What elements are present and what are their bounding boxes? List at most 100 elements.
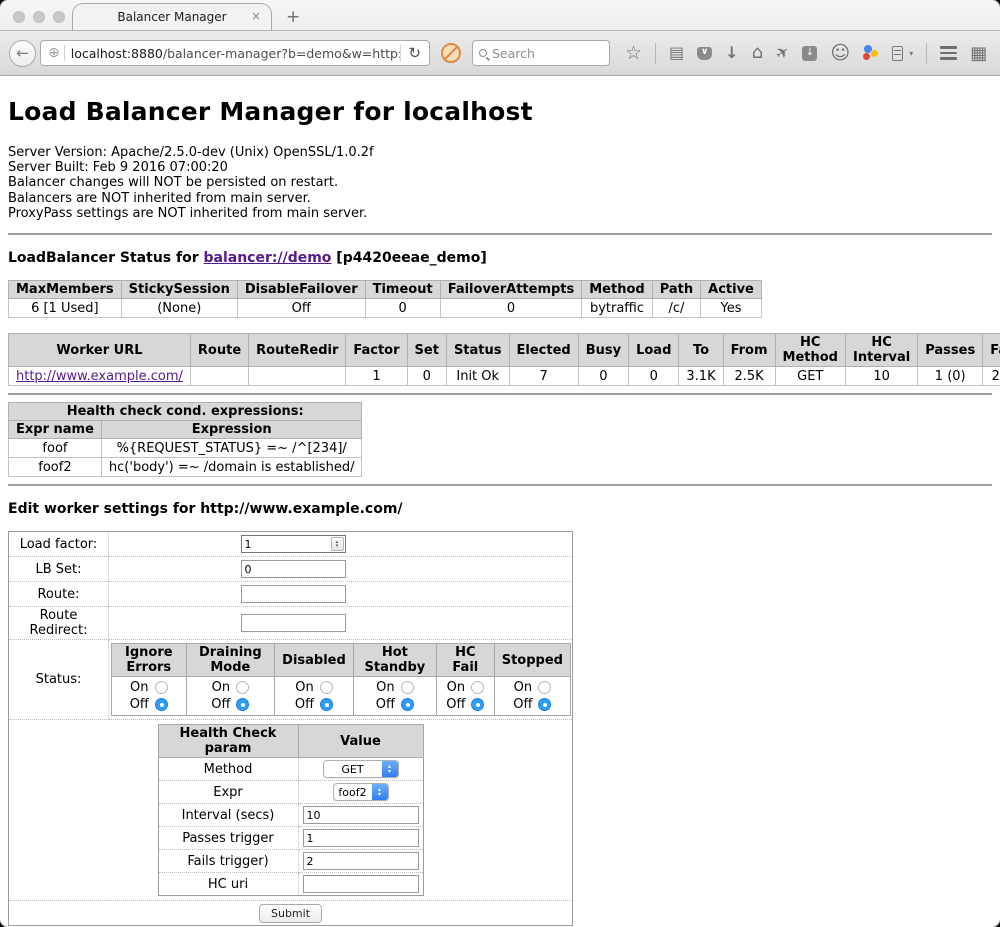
hot-standby-off-radio[interactable] xyxy=(401,698,414,711)
passes-row: Passes trigger xyxy=(158,827,423,850)
zoom-window-button[interactable] xyxy=(53,11,65,23)
site-identity-globe-icon[interactable]: ⊕ xyxy=(48,45,60,61)
url-path: /balancer-manager?b=demo&w=http://www.ex… xyxy=(163,46,401,61)
hc-uri-label: HC uri xyxy=(158,873,298,896)
route-label: Route: xyxy=(9,582,109,607)
hot-standby-on-radio[interactable] xyxy=(401,681,414,694)
tab-balancer-manager[interactable]: Balancer Manager × xyxy=(72,3,272,30)
fails-row: Fails trigger) xyxy=(158,850,423,873)
multicolor-dots-addon-icon[interactable] xyxy=(863,45,879,61)
status-toggle-table: Ignore Errors Draining Mode Disabled Hot… xyxy=(111,643,571,716)
toolbar-divider xyxy=(926,43,927,64)
status-row: Status: Ignore Errors Draining Mode Disa… xyxy=(9,640,573,720)
url-text[interactable]: localhost:8880/balancer-manager?b=demo&w… xyxy=(71,46,401,61)
close-window-button[interactable] xyxy=(13,11,25,23)
load-factor-row: Load factor: 1 ▴▾ xyxy=(9,532,573,557)
route-redirect-label: Route Redirect: xyxy=(9,607,109,640)
lb-set-input[interactable] xyxy=(241,560,346,578)
divider xyxy=(8,393,992,395)
bookmark-star-icon[interactable]: ☆ xyxy=(625,42,642,64)
edit-worker-heading: Edit worker settings for http://www.exam… xyxy=(8,501,992,517)
inherit-note-line: Balancers are NOT inherited from main se… xyxy=(8,191,992,206)
smiley-addon-icon[interactable]: ☺ xyxy=(830,45,850,61)
expr-row: foof2 hc('body') =~ /domain is establish… xyxy=(9,458,362,477)
reading-list-icon[interactable]: ▤ xyxy=(669,45,684,61)
stopped-on-radio[interactable] xyxy=(538,681,551,694)
edit-worker-form: Load factor: 1 ▴▾ LB Set: Route: Route R… xyxy=(8,531,573,926)
route-redirect-input[interactable] xyxy=(241,614,346,632)
window-controls xyxy=(13,11,65,23)
worker-url-link[interactable]: http://www.example.com/ xyxy=(16,369,183,384)
proxypass-note-line: ProxyPass settings are NOT inherited fro… xyxy=(8,206,992,221)
tab-groups-icon[interactable]: ▦ xyxy=(970,43,987,64)
lb-set-row: LB Set: xyxy=(9,557,573,582)
back-button[interactable]: ← xyxy=(9,40,36,67)
draining-mode-on-radio[interactable] xyxy=(236,681,249,694)
minimize-window-button[interactable] xyxy=(33,11,45,23)
table-title-row: Health check cond. expressions: xyxy=(9,403,362,421)
table-header-row: Ignore Errors Draining Mode Disabled Hot… xyxy=(112,644,571,677)
stopped-off-radio[interactable] xyxy=(538,698,551,711)
number-stepper-icon[interactable]: ▴▾ xyxy=(331,537,344,551)
navigation-toolbar: ← ⊕ localhost:8880/balancer-manager?b=de… xyxy=(0,31,1000,76)
url-bar[interactable]: ⊕ localhost:8880/balancer-manager?b=demo… xyxy=(40,40,430,66)
expr-select[interactable]: foof2 ▴▾ xyxy=(333,783,389,801)
lb-set-label: LB Set: xyxy=(9,557,109,582)
load-factor-input[interactable]: 1 ▴▾ xyxy=(241,535,346,553)
tab-close-icon[interactable]: × xyxy=(251,9,261,23)
server-built-line: Server Built: Feb 9 2016 07:00:20 xyxy=(8,160,992,175)
server-version-line: Server Version: Apache/2.5.0-dev (Unix) … xyxy=(8,145,992,160)
new-tab-button[interactable]: + xyxy=(286,8,300,26)
page-content: Load Balancer Manager for localhost Serv… xyxy=(0,76,1000,927)
expr-row: Expr foof2 ▴▾ xyxy=(158,781,423,804)
submit-button[interactable]: Submit xyxy=(259,904,322,923)
plugin-blocked-icon[interactable] xyxy=(441,43,461,63)
home-icon[interactable]: ⌂ xyxy=(752,45,763,61)
interval-row: Interval (secs) xyxy=(158,804,423,827)
hc-fail-on-radio[interactable] xyxy=(471,681,484,694)
table-header-row: Worker URL Route RouteRedir Factor Set S… xyxy=(9,334,1000,367)
status-radio-row: On Off On Off On Off xyxy=(112,677,571,716)
worker-row: http://www.example.com/ 1 0 Init Ok 7 0 … xyxy=(9,367,1000,386)
disabled-on-radio[interactable] xyxy=(320,681,333,694)
route-redirect-row: Route Redirect: xyxy=(9,607,573,640)
balancer-status-table: MaxMembers StickySession DisableFailover… xyxy=(8,280,762,318)
disabled-off-radio[interactable] xyxy=(320,698,333,711)
browser-window: Balancer Manager × + ← ⊕ localhost:8880/… xyxy=(0,0,1000,927)
draining-mode-off-radio[interactable] xyxy=(236,698,249,711)
hc-uri-row: HC uri xyxy=(158,873,423,896)
health-check-params-row: Health Check param Value Method GET ▴▾ xyxy=(9,720,573,901)
downloads-icon[interactable]: ↓ xyxy=(725,45,738,61)
pocket-icon[interactable]: ∨ xyxy=(697,47,712,60)
route-row: Route: xyxy=(9,582,573,607)
route-input[interactable] xyxy=(241,585,346,603)
ignore-errors-off-radio[interactable] xyxy=(155,698,168,711)
menu-hamburger-icon[interactable] xyxy=(940,46,957,60)
fails-label: Fails trigger) xyxy=(158,850,298,873)
load-factor-label: Load factor: xyxy=(9,532,109,557)
tab-title: Balancer Manager xyxy=(117,10,226,24)
server-info: Server Version: Apache/2.5.0-dev (Unix) … xyxy=(8,145,992,221)
hc-uri-input[interactable] xyxy=(303,875,419,893)
save-page-addon-icon[interactable]: ↓ xyxy=(802,46,817,61)
persist-note-line: Balancer changes will NOT be persisted o… xyxy=(8,175,992,190)
addon-dropdown-caret-icon[interactable]: ▾ xyxy=(909,49,913,58)
passes-label: Passes trigger xyxy=(158,827,298,850)
search-bar[interactable]: Search xyxy=(472,40,610,66)
divider xyxy=(8,484,992,486)
send-tab-icon[interactable]: ✈ xyxy=(773,43,793,64)
method-select[interactable]: GET ▴▾ xyxy=(323,760,399,778)
interval-input[interactable] xyxy=(303,806,419,824)
search-placeholder: Search xyxy=(492,46,535,61)
table-header-row: Expr name Expression xyxy=(9,421,362,439)
method-label: Method xyxy=(158,758,298,781)
hc-fail-off-radio[interactable] xyxy=(471,698,484,711)
passes-input[interactable] xyxy=(303,829,419,847)
reload-icon[interactable]: ↻ xyxy=(400,44,424,62)
fails-input[interactable] xyxy=(303,852,419,870)
expr-row: foof %{REQUEST_STATUS} =~ /^[234]/ xyxy=(9,439,362,458)
balancer-demo-link[interactable]: balancer://demo xyxy=(204,250,332,266)
status-label: Status: xyxy=(9,640,109,720)
ignore-errors-on-radio[interactable] xyxy=(155,681,168,694)
clipboard-addon-icon[interactable] xyxy=(892,46,903,61)
